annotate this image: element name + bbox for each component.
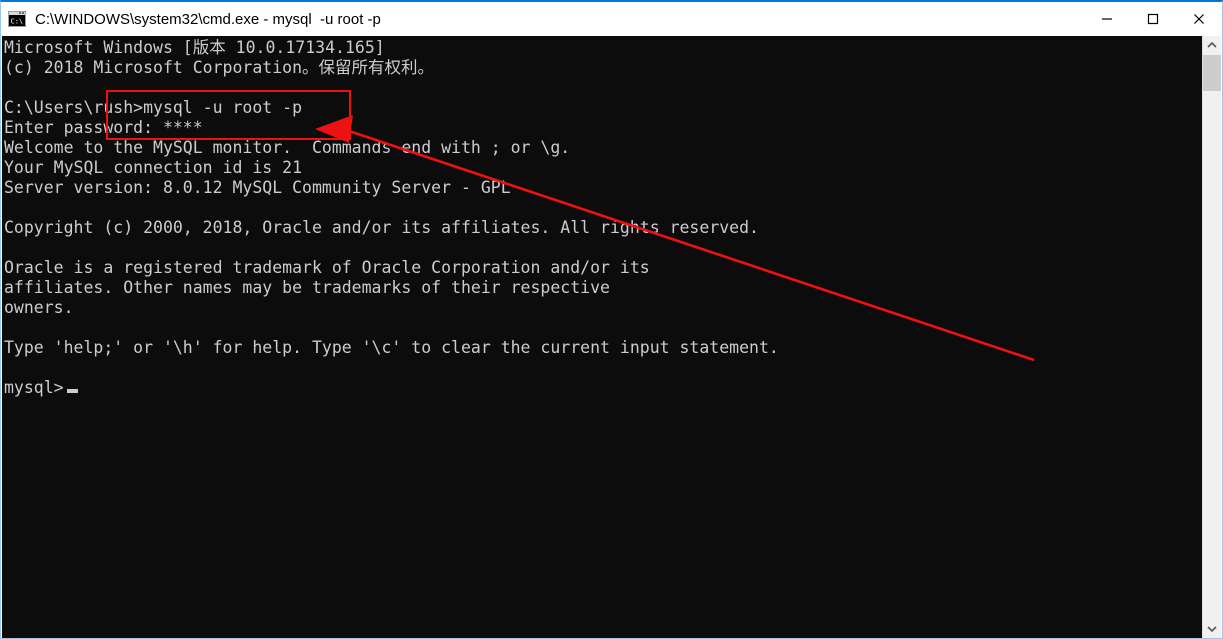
console-line: Enter password: **** xyxy=(4,118,203,137)
cmd-window: C:\ C:\WINDOWS\system32\cmd.exe - mysql … xyxy=(0,0,1223,639)
title-bar[interactable]: C:\ C:\WINDOWS\system32\cmd.exe - mysql … xyxy=(1,2,1222,36)
console-line: Oracle is a registered trademark of Orac… xyxy=(4,258,650,277)
cmd-console-icon: C:\ xyxy=(7,10,27,28)
chevron-down-icon[interactable] xyxy=(1203,620,1221,638)
svg-text:C:\: C:\ xyxy=(11,18,24,26)
console-line: Copyright (c) 2000, 2018, Oracle and/or … xyxy=(4,218,759,237)
window-controls xyxy=(1084,2,1222,36)
window-title: C:\WINDOWS\system32\cmd.exe - mysql -u r… xyxy=(35,10,381,28)
prompt-text: mysql> xyxy=(4,378,64,397)
console-line: owners. xyxy=(4,298,74,317)
console-line: Server version: 8.0.12 MySQL Community S… xyxy=(4,178,511,197)
console-line: Your MySQL connection id is 21 xyxy=(4,158,303,177)
console-line: Microsoft Windows [版本 10.0.17134.165] xyxy=(4,38,385,57)
text-cursor xyxy=(66,389,78,393)
console-line: Type 'help;' or '\h' for help. Type '\c'… xyxy=(4,338,779,357)
console-line: (c) 2018 Microsoft Corporation。保留所有权利。 xyxy=(4,58,435,77)
console-output-area[interactable]: Microsoft Windows [版本 10.0.17134.165] (c)… xyxy=(2,36,1204,638)
maximize-button[interactable] xyxy=(1130,2,1176,36)
console-text: Microsoft Windows [版本 10.0.17134.165] (c)… xyxy=(4,38,779,398)
console-line: affiliates. Other names may be trademark… xyxy=(4,278,610,297)
console-line: C:\Users\rush>mysql -u root -p xyxy=(4,98,303,117)
minimize-button[interactable] xyxy=(1084,2,1130,36)
console-prompt-line: mysql> xyxy=(4,378,779,398)
scroll-thumb[interactable] xyxy=(1203,55,1221,91)
console-line: Welcome to the MySQL monitor. Commands e… xyxy=(4,138,571,157)
vertical-scrollbar[interactable] xyxy=(1202,36,1221,638)
chevron-up-icon[interactable] xyxy=(1203,36,1221,54)
close-button[interactable] xyxy=(1176,2,1222,36)
